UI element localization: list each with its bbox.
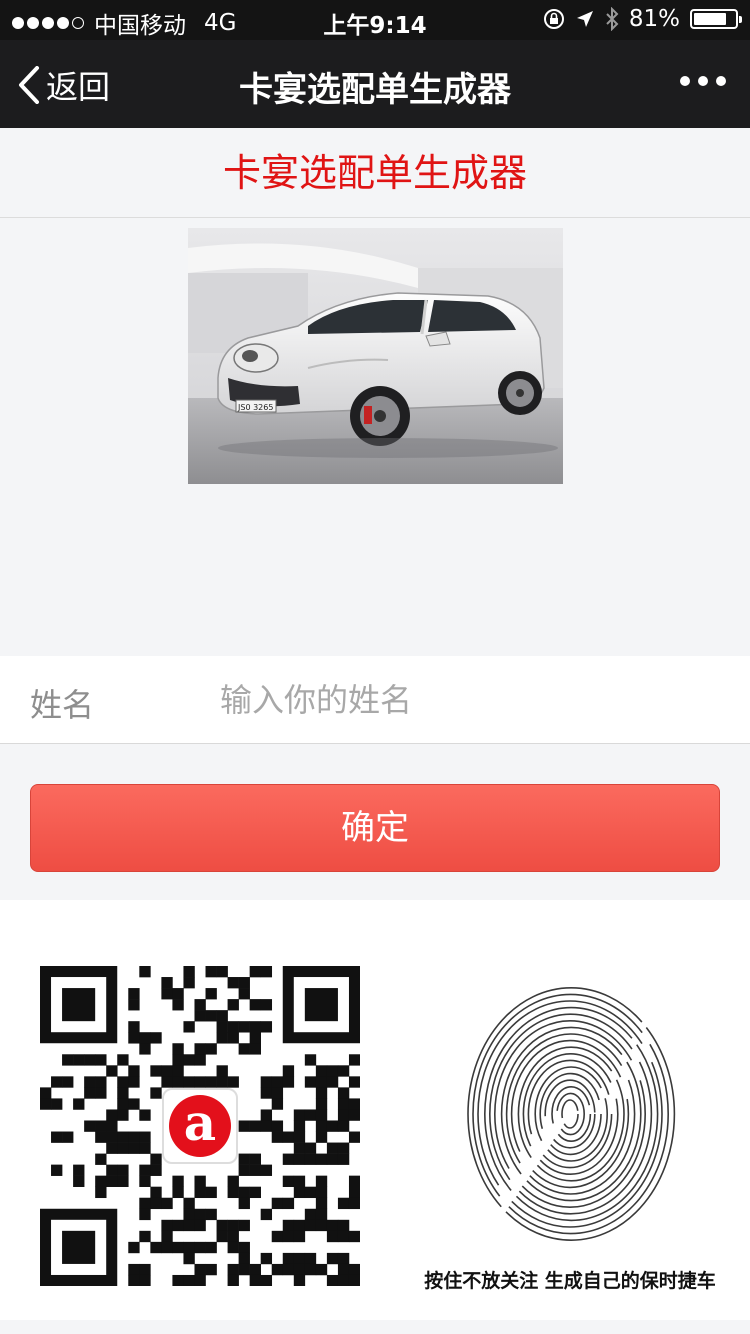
confirm-button[interactable]: 确定 [30, 784, 720, 872]
bluetooth-icon [606, 7, 619, 31]
rotation-lock-icon [543, 9, 564, 29]
fingerprint-caption: 按住不放关注 生成自己的保时捷车 [424, 1270, 716, 1292]
promo-area: a 按住不放关注 生成自己的保时捷车 [0, 900, 750, 1320]
location-arrow-icon [576, 11, 593, 27]
name-input[interactable] [220, 672, 720, 728]
porsche-cayenne-image: JS0 3265 [188, 228, 563, 484]
more-dot-icon [698, 76, 708, 86]
qr-code[interactable]: a [40, 966, 361, 1287]
car-photo: JS0 3265 [188, 228, 563, 484]
page-header: 卡宴选配单生成器 [0, 128, 750, 218]
nav-title: 卡宴选配单生成器 [239, 70, 511, 110]
more-menu-button[interactable] [680, 76, 726, 86]
more-dot-icon [680, 76, 690, 86]
name-label: 姓名 [30, 686, 95, 724]
qr-logo-letter: a [169, 1095, 231, 1157]
more-dot-icon [716, 76, 726, 86]
license-plate-text: JS0 3265 [237, 403, 273, 412]
bottom-strip [0, 1320, 750, 1334]
battery-icon [690, 9, 742, 29]
status-right: 81% [543, 6, 742, 32]
battery-percent: 81% [628, 6, 680, 32]
status-bar: 中国移动 4G 上午9:14 81% [0, 0, 750, 40]
page-title: 卡宴选配单生成器 [222, 151, 527, 195]
fingerprint-icon[interactable] [460, 984, 680, 1254]
nav-bar: 返回 卡宴选配单生成器 [0, 40, 750, 128]
name-form-row: 姓名 [0, 656, 750, 744]
qr-logo: a [162, 1088, 238, 1164]
battery-fill [694, 13, 727, 25]
